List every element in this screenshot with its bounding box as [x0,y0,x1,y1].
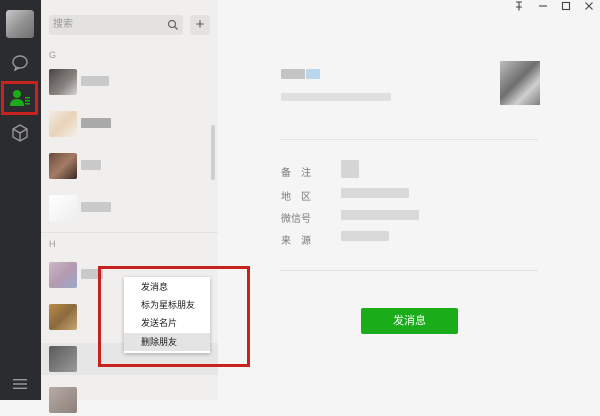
search-icon[interactable] [167,18,181,32]
add-contact-button[interactable]: + [190,15,210,35]
contact-name-pixelated [81,160,101,170]
contact-avatar [49,346,77,372]
close-icon[interactable] [578,0,600,18]
field-label-region: 地 区 [281,192,311,203]
wechat-id-value-pixelated [341,210,419,220]
contact-name-pixelated [81,118,111,128]
maximize-icon[interactable] [555,0,577,18]
chat-icon[interactable] [8,51,32,75]
pin-icon[interactable] [508,0,530,18]
contact-avatar [49,153,77,179]
contacts-icon-highlight [1,81,38,115]
search-input[interactable]: 搜索 [49,15,183,35]
send-message-button[interactable]: 发消息 [361,308,458,334]
field-label-source: 来 源 [281,236,311,247]
avatar[interactable] [6,10,34,38]
contact-name-pixelated [81,202,111,212]
gender-icon [306,69,320,79]
group-letter: G [49,50,57,60]
field-label-wechat-id: 微信号 [281,214,311,225]
field-label-remark: 备 注 [281,168,311,179]
list-divider [41,232,218,233]
section-divider [280,270,538,271]
source-value-pixelated [341,231,389,241]
minimize-icon[interactable] [532,0,554,18]
contact-row[interactable] [41,384,218,416]
contact-row[interactable] [41,66,218,98]
contact-avatar-large[interactable] [500,61,540,105]
contact-avatar [49,304,77,330]
menu-icon[interactable] [8,372,32,396]
contact-avatar [49,387,77,413]
region-value-pixelated [341,188,409,198]
remark-value-pixelated[interactable] [341,160,359,178]
contact-name-pixelated [81,76,109,86]
mini-program-cube-icon[interactable] [8,121,32,145]
contact-row[interactable] [41,108,218,140]
contact-avatar [49,195,77,221]
list-scrollbar[interactable] [211,125,215,180]
section-divider [280,139,538,140]
group-letter: H [49,239,56,249]
left-nav-bar [0,0,41,400]
contact-avatar [49,69,77,95]
contact-row[interactable] [41,150,218,182]
contact-name-pixelated [281,69,305,79]
contact-row[interactable] [41,192,218,224]
contact-subtitle-pixelated [281,93,391,101]
contact-avatar [49,262,77,288]
contact-detail-pane [218,0,600,400]
context-menu-highlight [98,266,250,367]
contact-avatar [49,111,77,137]
